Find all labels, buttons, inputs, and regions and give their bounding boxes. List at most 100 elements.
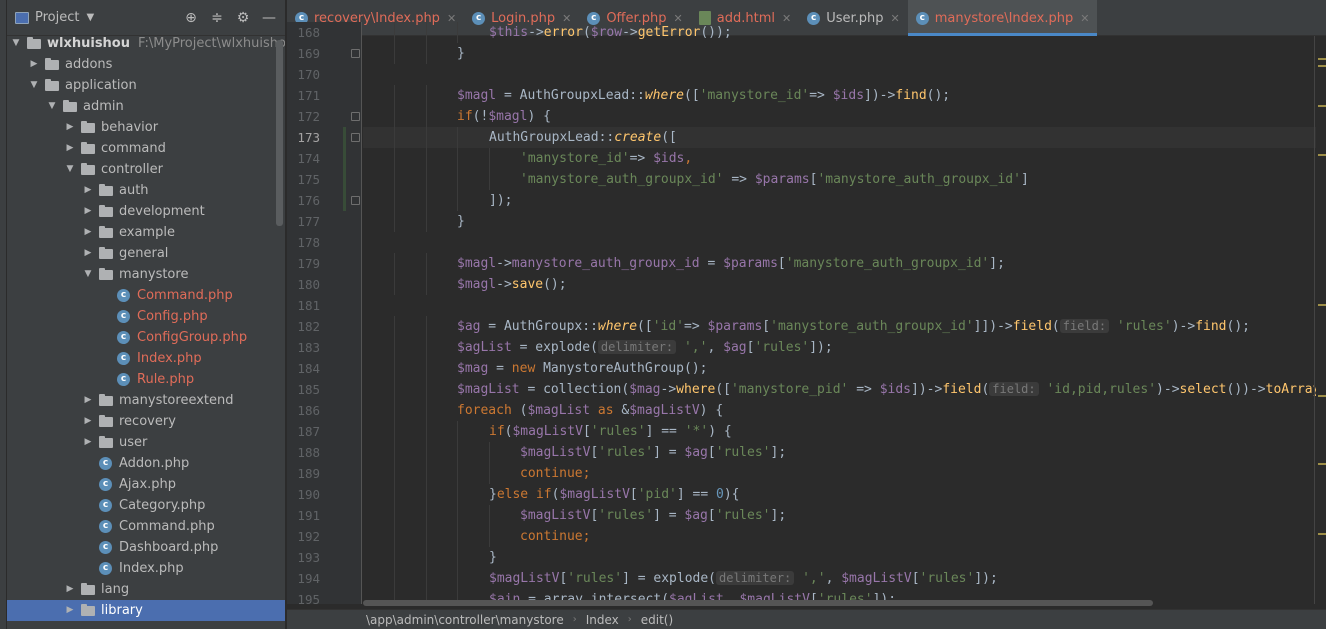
fold-toggle-icon[interactable] — [351, 133, 360, 142]
code-line[interactable]: ]); — [363, 190, 1326, 211]
code-line[interactable]: $magListV['rules'] = $ag['rules']; — [363, 505, 1326, 526]
tree-item[interactable]: ▼ controller — [7, 159, 285, 180]
chevron-right-icon[interactable]: ▶ — [83, 201, 93, 222]
code-line[interactable]: if($magListV['rules'] == '*') { — [363, 421, 1326, 442]
breadcrumb-item[interactable]: \app\admin\controller\manystore — [366, 613, 564, 627]
tree-item[interactable]: ▶ addons — [7, 54, 285, 75]
tree-item[interactable]: c Index.php — [7, 348, 285, 369]
tree-item[interactable]: c Config.php — [7, 306, 285, 327]
fold-toggle-icon[interactable] — [351, 49, 360, 58]
code-line[interactable]: continue; — [363, 526, 1326, 547]
minimize-icon[interactable]: — — [261, 10, 277, 26]
code-line[interactable]: $magl->save(); — [363, 274, 1326, 295]
code-line[interactable] — [363, 64, 1326, 85]
stripe-marker[interactable] — [1318, 395, 1326, 397]
chevron-down-icon[interactable]: ▼ — [11, 33, 21, 54]
stripe-marker[interactable] — [1318, 105, 1326, 107]
tree-item[interactable]: ▼ wlxhuishou F:\MyProject\wlxhuishou — [7, 33, 285, 54]
gear-icon[interactable]: ⚙ — [235, 10, 251, 26]
collapse-icon[interactable]: ≑ — [209, 10, 225, 26]
code-line[interactable]: 'manystore_auth_groupx_id' => $params['m… — [363, 169, 1326, 190]
code-line[interactable]: $mag = new ManystoreAuthGroup(); — [363, 358, 1326, 379]
code-line[interactable]: } — [363, 547, 1326, 568]
tree-item[interactable]: c Command.php — [7, 285, 285, 306]
code-line[interactable]: foreach ($magList as &$magListV) { — [363, 400, 1326, 421]
tree-item[interactable]: ▶ development — [7, 201, 285, 222]
code-line[interactable]: 'manystore_id'=> $ids, — [363, 148, 1326, 169]
chevron-right-icon[interactable]: ▶ — [65, 579, 75, 600]
chevron-right-icon[interactable]: ▶ — [83, 411, 93, 432]
code-token: manystore_auth_groupx_id — [511, 256, 700, 271]
chevron-right-icon[interactable]: ▶ — [83, 222, 93, 243]
code-line[interactable]: $agList = explode(delimiter: ',', $ag['r… — [363, 337, 1326, 358]
stripe-marker[interactable] — [1318, 304, 1326, 306]
code-line[interactable]: $magList = collection($mag->where(['many… — [363, 379, 1326, 400]
chevron-down-icon[interactable]: ▼ — [47, 96, 57, 117]
code-line[interactable]: }else if($magListV['pid'] == 0){ — [363, 484, 1326, 505]
chevron-right-icon[interactable]: ▶ — [65, 117, 75, 138]
tree-item[interactable]: c Category.php — [7, 495, 285, 516]
indent-guide — [394, 505, 395, 526]
code-editor[interactable]: $this->error($row->getError());} $magl = … — [363, 22, 1326, 604]
chevron-right-icon[interactable]: ▶ — [83, 390, 93, 411]
tree-item[interactable]: c Command.php — [7, 516, 285, 537]
chevron-right-icon[interactable]: ▶ — [29, 54, 39, 75]
code-token: explode( — [535, 340, 598, 355]
crosshair-icon[interactable]: ⊕ — [183, 10, 199, 26]
code-line[interactable]: if(!$magl) { — [363, 106, 1326, 127]
tree-item[interactable]: ▶ recovery — [7, 411, 285, 432]
tree-item[interactable]: c ConfigGroup.php — [7, 327, 285, 348]
tree-item[interactable]: ▼ manystore — [7, 264, 285, 285]
chevron-right-icon[interactable]: ▶ — [65, 138, 75, 159]
tree-item[interactable]: c Dashboard.php — [7, 537, 285, 558]
tree-item[interactable]: ▶ behavior — [7, 117, 285, 138]
code-line[interactable]: AuthGroupxLead::create([ — [363, 127, 1326, 148]
stripe-marker[interactable] — [1318, 58, 1326, 60]
code-line[interactable] — [363, 295, 1326, 316]
stripe-marker[interactable] — [1318, 533, 1326, 535]
tree-item[interactable]: ▼ application — [7, 75, 285, 96]
tree-item[interactable]: ▶ auth — [7, 180, 285, 201]
tree-item[interactable]: ▶ example — [7, 222, 285, 243]
chevron-right-icon[interactable]: ▶ — [83, 180, 93, 201]
tree-item[interactable]: c Ajax.php — [7, 474, 285, 495]
code-line[interactable]: $this->error($row->getError()); — [363, 22, 1326, 43]
error-stripe[interactable] — [1316, 36, 1326, 604]
breadcrumb-item[interactable]: Index — [586, 613, 619, 627]
code-line[interactable]: $ag = AuthGroupx::where(['id'=> $params[… — [363, 316, 1326, 337]
chevron-down-icon[interactable]: ▼ — [65, 159, 75, 180]
tree-item[interactable]: ▶ lang — [7, 579, 285, 600]
code-line[interactable]: $magl = AuthGroupxLead::where(['manystor… — [363, 85, 1326, 106]
breadcrumb-item[interactable]: edit() — [641, 613, 673, 627]
tree-item[interactable]: c Rule.php — [7, 369, 285, 390]
tree-item[interactable]: ▼ admin — [7, 96, 285, 117]
project-view-selector[interactable]: Project ▼ — [15, 10, 94, 25]
code-line[interactable]: $magListV['rules'] = explode(delimiter: … — [363, 568, 1326, 589]
chevron-right-icon[interactable]: ▶ — [83, 243, 93, 264]
chevron-down-icon[interactable]: ▼ — [83, 264, 93, 285]
tree-item[interactable]: c Index.php — [7, 558, 285, 579]
code-line[interactable]: } — [363, 43, 1326, 64]
code-line[interactable]: } — [363, 211, 1326, 232]
tree-item[interactable]: ▶ user — [7, 432, 285, 453]
stripe-marker[interactable] — [1318, 154, 1326, 156]
fold-toggle-icon[interactable] — [351, 112, 360, 121]
code-line[interactable]: continue; — [363, 463, 1326, 484]
fold-toggle-icon[interactable] — [351, 196, 360, 205]
project-tree-scrollbar[interactable] — [276, 40, 283, 226]
tree-item[interactable]: ▶ command — [7, 138, 285, 159]
tree-item[interactable]: ▶ general — [7, 243, 285, 264]
code-line[interactable]: $magl->manystore_auth_groupx_id = $param… — [363, 253, 1326, 274]
tree-item[interactable]: ▶ library — [7, 600, 285, 621]
stripe-marker[interactable] — [1318, 463, 1326, 465]
chevron-right-icon[interactable]: ▶ — [83, 432, 93, 453]
code-token: ) { — [708, 424, 732, 439]
tree-item[interactable]: ▶ manystoreextend — [7, 390, 285, 411]
code-line[interactable]: $magListV['rules'] = $ag['rules']; — [363, 442, 1326, 463]
tree-item[interactable]: c Addon.php — [7, 453, 285, 474]
stripe-marker[interactable] — [1318, 65, 1326, 67]
chevron-down-icon[interactable]: ▼ — [29, 75, 39, 96]
chevron-right-icon[interactable]: ▶ — [65, 600, 75, 621]
horizontal-scrollbar[interactable] — [363, 600, 1153, 606]
code-line[interactable] — [363, 232, 1326, 253]
